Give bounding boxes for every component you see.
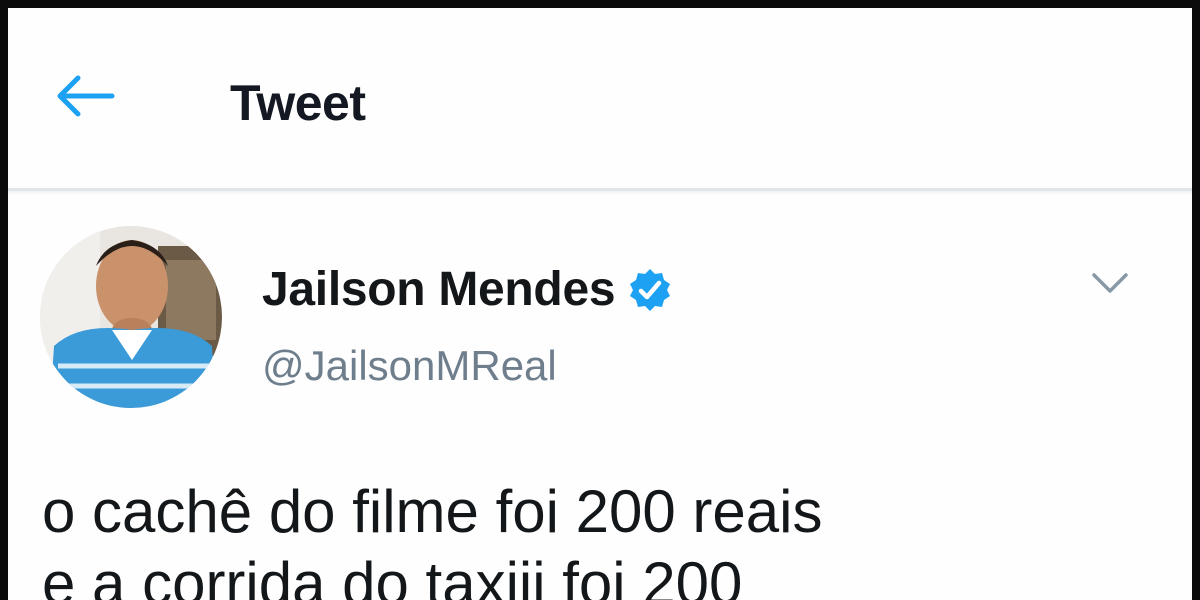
page-title: Tweet (230, 75, 366, 131)
chevron-down-icon[interactable] (1090, 270, 1130, 296)
tweet-text-line: e a corrida do taxiii foi 200 (42, 550, 743, 600)
arrow-left-icon[interactable] (52, 74, 116, 118)
tweet-body: o cachê do filme foi 200 reais e a corri… (42, 476, 1172, 600)
user-handle[interactable]: @JailsonMReal (262, 342, 557, 390)
tweet-text-line: o cachê do filme foi 200 reais (42, 478, 823, 545)
author-name-row[interactable]: Jailson Mendes (262, 262, 673, 317)
display-name[interactable]: Jailson Mendes (262, 262, 616, 317)
verified-badge-icon (630, 268, 671, 311)
tweet-screen: Tweet Jailson Mendes @JailsonMReal o cac… (0, 0, 1200, 600)
avatar[interactable] (40, 226, 222, 408)
top-bar: Tweet (8, 8, 1192, 191)
